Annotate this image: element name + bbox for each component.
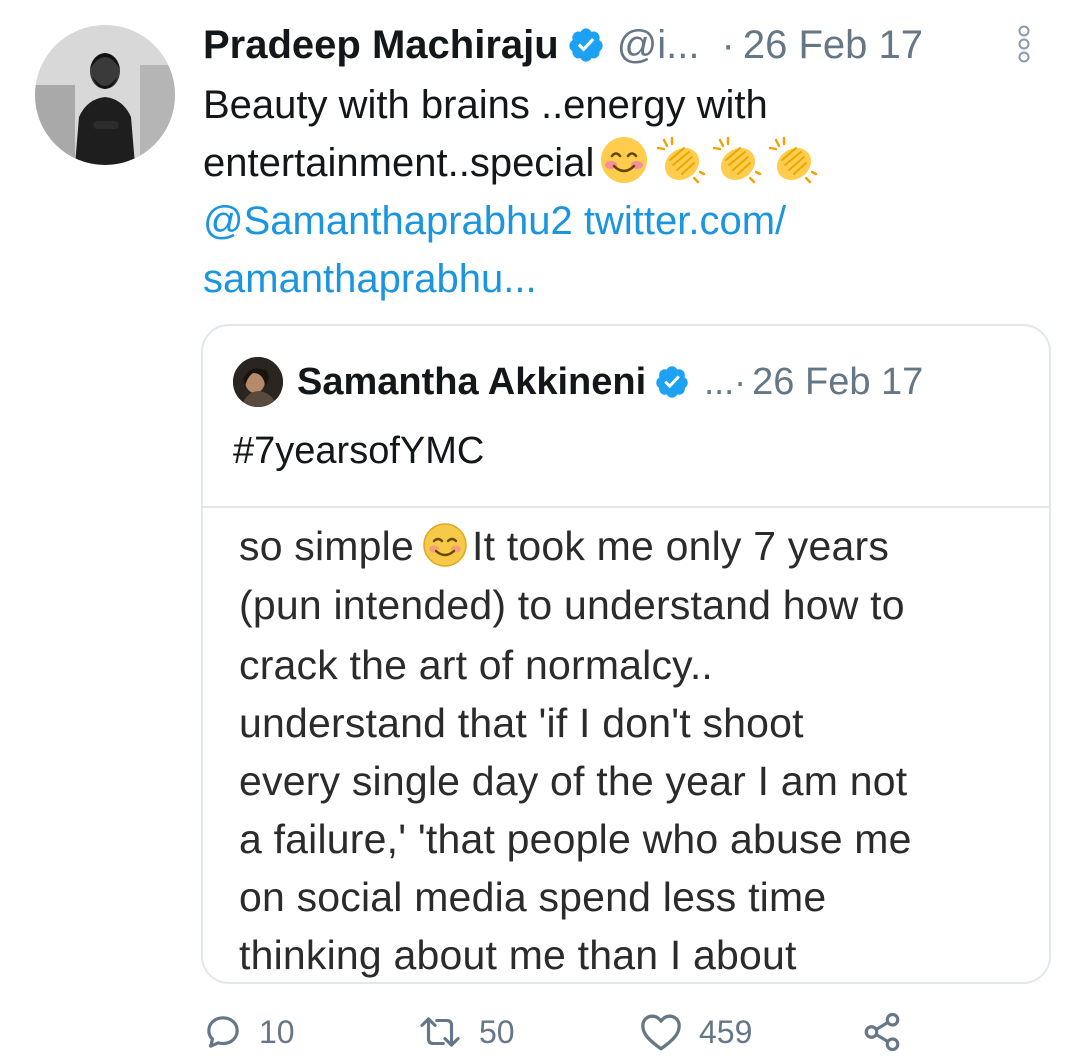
like-count: 459 — [699, 1013, 753, 1050]
like-button[interactable]: 459 — [639, 1004, 752, 1060]
image-text-line: every single day of the year I am not — [239, 758, 908, 804]
author-avatar[interactable] — [35, 25, 175, 165]
tweet-header: Pradeep Machiraju @i... · 26 Feb 17 — [203, 18, 1053, 72]
image-text-line: on social media spend less time — [239, 874, 827, 920]
quoted-tweet-text: #7yearsofYMC — [233, 430, 485, 472]
share-icon — [864, 1012, 900, 1052]
smiling-face-emoji-icon — [422, 522, 468, 568]
retweet-count: 50 — [479, 1013, 515, 1050]
image-text-segment: so simple — [239, 523, 414, 569]
verified-badge-icon — [656, 366, 688, 398]
mention-link[interactable]: @Samanthaprabhu2 — [203, 199, 573, 243]
quoted-tweet-header: Samantha Akkineni ...· 26 Feb 17 — [233, 356, 1033, 408]
quoted-handle-truncated[interactable]: ...· — [704, 361, 746, 403]
image-text-line: so simple It took me only 7 years — [239, 522, 889, 570]
tweet-text-line: entertainment..special — [203, 134, 983, 192]
image-text-segment: It took me only 7 years — [471, 523, 890, 569]
author-handle[interactable]: @i... — [617, 23, 700, 68]
image-text-line: thinking about me than I about — [239, 932, 797, 978]
author-name[interactable]: Pradeep Machiraju — [203, 23, 559, 68]
image-text-line: a failure,' 'that people who abuse me — [239, 816, 912, 862]
reply-icon — [207, 1016, 239, 1048]
heart-icon — [641, 1014, 681, 1051]
image-text-line: crack the art of normalcy.. — [239, 642, 714, 688]
retweet-button[interactable]: 50 — [417, 1004, 515, 1060]
more-vertical-icon[interactable] — [1017, 24, 1031, 64]
image-text-line: understand that 'if I don't shoot — [239, 700, 804, 746]
image-text-line: (pun intended) to understand how to — [239, 582, 905, 628]
clapping-hands-emoji-icon — [710, 134, 762, 186]
quoted-author-avatar[interactable] — [233, 357, 283, 407]
quoted-tweet-card[interactable]: Samantha Akkineni ...· 26 Feb 17 #7years… — [201, 324, 1051, 984]
verified-badge-icon — [569, 28, 603, 62]
tweet-action-bar: 10 50 459 — [203, 1004, 1063, 1060]
quoted-author-name[interactable]: Samantha Akkineni — [297, 361, 646, 404]
tweet-date[interactable]: 26 Feb 17 — [743, 23, 923, 68]
retweet-icon — [420, 1017, 460, 1047]
tweet-text-line: Beauty with brains ..energy with — [203, 83, 768, 127]
reply-button[interactable]: 10 — [203, 1004, 295, 1060]
tweet-text-segment: entertainment..special — [203, 141, 595, 185]
reply-count: 10 — [259, 1013, 295, 1050]
url-link-continued[interactable]: samanthaprabhu... — [203, 250, 983, 308]
tweet-text: Beauty with brains ..energy with enterta… — [203, 76, 983, 308]
clapping-hands-emoji-icon — [654, 134, 706, 186]
clapping-hands-emoji-icon — [766, 134, 818, 186]
quoted-tweet-image[interactable]: so simple It took me only 7 years (pun i… — [203, 508, 1049, 982]
share-button[interactable] — [861, 1004, 903, 1060]
smiling-face-emoji-icon — [598, 134, 650, 186]
tweet-text-line: @Samanthaprabhu2 twitter.com/ — [203, 192, 983, 250]
quoted-tweet-date[interactable]: 26 Feb 17 — [752, 361, 923, 404]
separator-dot: · — [721, 22, 735, 67]
url-link[interactable]: twitter.com/ — [584, 199, 786, 243]
